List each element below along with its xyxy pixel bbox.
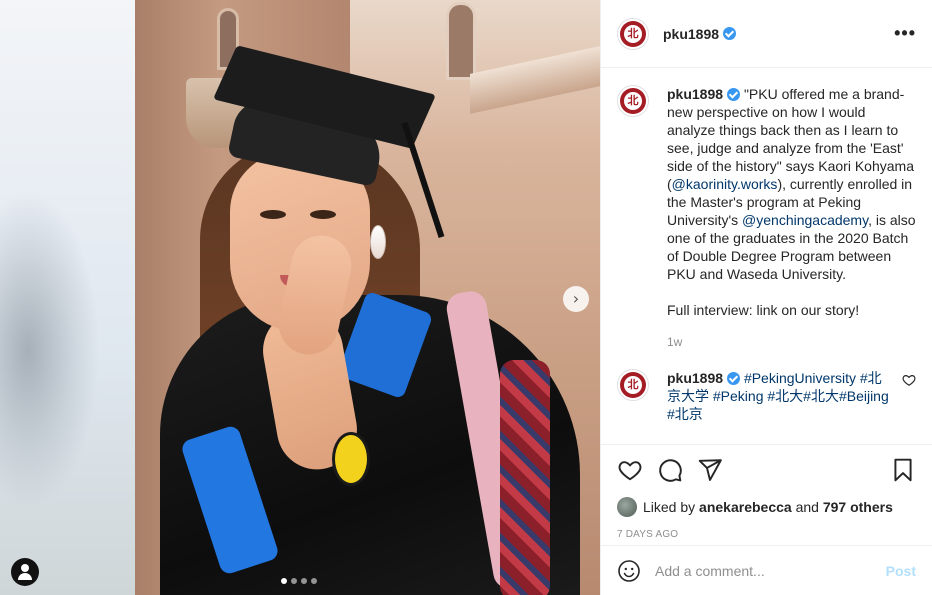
avatar-mark: 北	[627, 27, 639, 40]
post-header: 北 pku1898 •••	[601, 0, 932, 68]
mention-link[interactable]: @kaorinity.works	[672, 176, 778, 192]
post-side-panel: 北 pku1898 ••• 北 pku1898 "PKU offered me …	[600, 0, 932, 595]
comments-area[interactable]: 北 pku1898 "PKU offered me a brand-new pe…	[601, 69, 932, 444]
post-actions: Liked by anekarebecca and 797 others 7 D…	[601, 444, 932, 540]
earring	[370, 225, 386, 259]
caption-text: pku1898 "PKU offered me a brand-new pers…	[667, 85, 916, 351]
comment-input[interactable]	[655, 562, 886, 579]
post-date[interactable]: 7 DAYS AGO	[617, 529, 916, 540]
emoji-icon[interactable]	[617, 559, 641, 583]
liker-avatar[interactable]	[617, 497, 637, 517]
add-comment-bar: Post	[601, 545, 932, 595]
likes-summary: Liked by anekarebecca and 797 others	[617, 497, 916, 517]
heart-icon[interactable]	[617, 457, 643, 483]
more-options-icon[interactable]: •••	[894, 23, 916, 44]
right-eye	[310, 210, 336, 219]
header-user: pku1898	[663, 26, 894, 42]
caption: 北 pku1898 "PKU offered me a brand-new pe…	[617, 85, 916, 351]
carousel-dot	[311, 578, 317, 584]
photo-tree	[0, 190, 100, 510]
post-comment-button[interactable]: Post	[886, 563, 916, 579]
comment-username[interactable]: pku1898	[667, 370, 723, 386]
carousel-indicator	[281, 578, 317, 584]
graduate-figure	[160, 45, 580, 595]
bookmark-icon[interactable]	[890, 457, 916, 483]
chevron-right-icon[interactable]: ›	[563, 286, 589, 312]
verified-icon	[727, 372, 741, 385]
user-tag-head	[21, 564, 29, 572]
avatar[interactable]: 北	[617, 85, 649, 117]
liker-username[interactable]: anekarebecca	[699, 499, 792, 515]
heart-icon[interactable]	[902, 373, 916, 387]
comment-item: 北 pku1898 #PekingUniversity #北京大学 #Pekin…	[617, 369, 916, 423]
avatar[interactable]: 北	[617, 369, 649, 401]
mention-link[interactable]: @yenchingacademy	[742, 212, 868, 228]
caption-username[interactable]: pku1898	[667, 86, 723, 102]
avatar-mark: 北	[627, 95, 639, 107]
verified-icon	[723, 27, 737, 40]
comment-icon[interactable]	[657, 457, 683, 483]
caption-time[interactable]: 1w	[667, 333, 916, 351]
user-tag-icon[interactable]	[11, 558, 39, 586]
action-icons	[617, 455, 916, 485]
carousel-dot	[281, 578, 287, 584]
username-link[interactable]: pku1898	[663, 26, 719, 42]
avatar[interactable]: 北	[617, 17, 649, 50]
post-photo[interactable]: ›	[0, 0, 600, 595]
carousel-dot	[301, 578, 307, 584]
likes-conj: and	[795, 499, 819, 515]
likes-prefix: Liked by	[643, 499, 696, 515]
left-eye	[260, 210, 286, 219]
gown-emblem	[332, 432, 370, 486]
user-tag-body	[18, 573, 32, 580]
instagram-post: › 北 pku1898 ••• 北 pku1898 "PKU offered m…	[0, 0, 932, 595]
share-icon[interactable]	[697, 457, 723, 483]
likes-others[interactable]: 797 others	[823, 499, 893, 515]
verified-icon	[727, 88, 741, 101]
caption-footer: Full interview: link on our story!	[667, 302, 860, 318]
avatar-mark: 北	[627, 379, 639, 391]
carousel-dot	[291, 578, 297, 584]
hood-pattern	[500, 360, 550, 595]
comment-text: pku1898 #PekingUniversity #北京大学 #Peking …	[667, 369, 892, 423]
